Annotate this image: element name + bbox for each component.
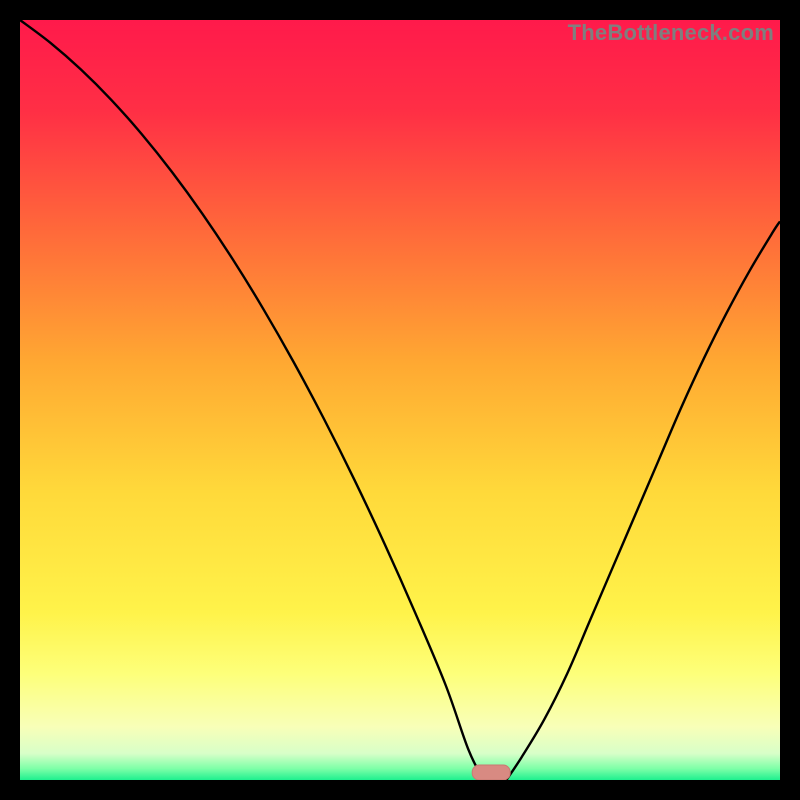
chart-background (20, 20, 780, 780)
attribution-label: TheBottleneck.com (568, 20, 774, 46)
minimum-marker (472, 765, 510, 780)
chart-frame: TheBottleneck.com (20, 20, 780, 780)
bottleneck-chart (20, 20, 780, 780)
